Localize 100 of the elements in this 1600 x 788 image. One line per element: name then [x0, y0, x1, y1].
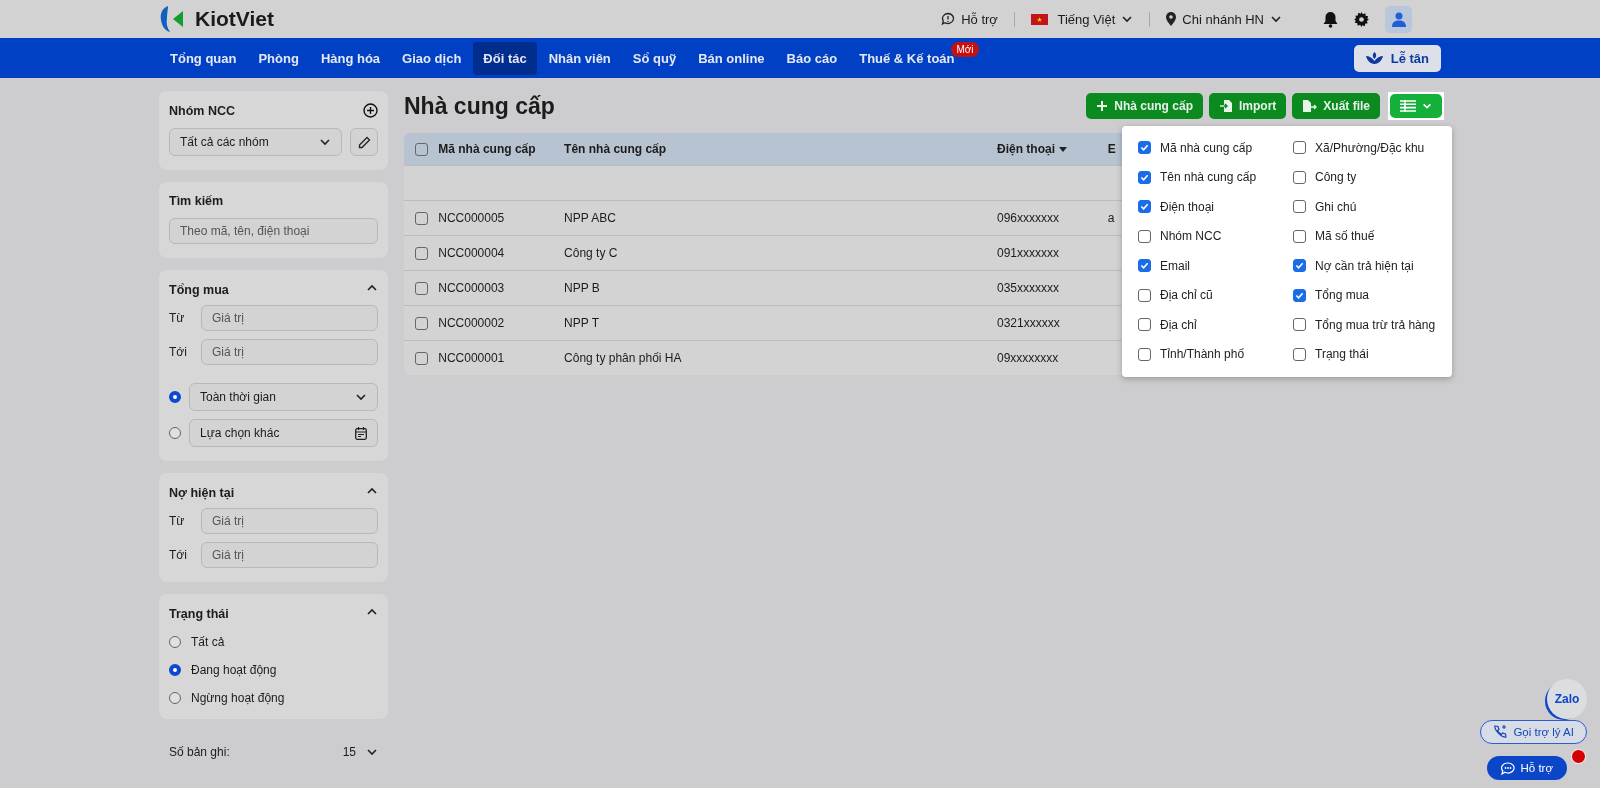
radio-button[interactable]: [169, 636, 181, 648]
checkbox[interactable]: [1293, 170, 1306, 184]
radio-button[interactable]: [169, 391, 181, 403]
input-field[interactable]: Giá trị: [201, 339, 378, 365]
zalo-button[interactable]: Zalo: [1547, 679, 1587, 719]
table-cell: a: [1107, 211, 1115, 225]
row-checkbox[interactable]: [414, 282, 428, 296]
column-option-label[interactable]: Địa chỉ cũ: [1160, 288, 1213, 303]
checkbox[interactable]: [1138, 259, 1151, 273]
table-cell: NPP B: [564, 281, 600, 295]
user-avatar[interactable]: [1385, 5, 1412, 33]
chevron-icon: [366, 746, 378, 758]
reception-button[interactable]: Lễ tân: [1353, 44, 1441, 72]
input-field[interactable]: Giá trị: [201, 508, 378, 534]
chevron-icon: [1121, 13, 1134, 25]
checkbox[interactable]: [1293, 229, 1306, 243]
lotus-icon: [1365, 52, 1383, 64]
support-link[interactable]: Hỗ trợ: [925, 11, 1014, 27]
radio-button[interactable]: [169, 664, 181, 676]
column-option-label[interactable]: Công ty: [1315, 170, 1357, 185]
branch-selector[interactable]: Chi nhánh HN: [1149, 11, 1298, 27]
table-cell: 035xxxxxxx: [997, 281, 1059, 295]
pencil-icon: [357, 135, 371, 149]
radio-button[interactable]: [169, 692, 181, 704]
location-pin-icon: [1166, 12, 1177, 26]
checkbox[interactable]: [1138, 229, 1151, 243]
checkbox[interactable]: [1293, 288, 1306, 302]
input-field[interactable]: Giá trị: [201, 305, 378, 331]
column-option-label[interactable]: Ghi chú: [1315, 199, 1357, 214]
option-label: Ngừng hoạt động: [191, 691, 285, 705]
table-cell: NCC000001: [438, 351, 505, 365]
nav-tab[interactable]: Nhân viên: [538, 41, 621, 75]
file-import-icon: [1218, 99, 1233, 113]
checkbox[interactable]: [1293, 347, 1306, 361]
import-button[interactable]: Import: [1208, 93, 1287, 119]
chat-bubble-icon: [1500, 761, 1515, 775]
checkbox[interactable]: [1293, 259, 1306, 273]
row-checkbox[interactable]: [414, 352, 428, 366]
option-label: Tất cả: [191, 635, 225, 649]
nav-tab[interactable]: Hàng hóa: [310, 41, 391, 75]
checkbox[interactable]: [1138, 288, 1151, 302]
column-option-label[interactable]: Địa chỉ: [1160, 317, 1197, 332]
column-option-label[interactable]: Xã/Phường/Đặc khu: [1315, 140, 1425, 155]
column-header[interactable]: E: [1107, 142, 1116, 156]
phone-icon: [1493, 725, 1508, 739]
nav-tab[interactable]: Bán online: [688, 41, 775, 75]
column-option-label[interactable]: Tỉnh/Thành phố: [1160, 347, 1245, 362]
ai-call-button[interactable]: Gọi trợ lý AI: [1480, 720, 1587, 744]
table-cell: NPP T: [564, 316, 599, 330]
input-field[interactable]: Giá trị: [201, 542, 378, 568]
column-option-label[interactable]: Điện thoại: [1160, 199, 1215, 214]
radio-button[interactable]: [169, 427, 181, 439]
column-picker-button[interactable]: [1390, 94, 1442, 118]
table-cell: 096xxxxxxx: [997, 211, 1059, 225]
date-picker[interactable]: Lựa chọn khác: [189, 419, 378, 447]
bell-icon[interactable]: [1323, 10, 1338, 28]
add-button[interactable]: Nhà cung cấp: [1086, 93, 1203, 119]
edit-button[interactable]: [350, 128, 378, 156]
export-button[interactable]: Xuất file: [1292, 93, 1380, 119]
nav-tab[interactable]: Đối tác: [473, 41, 537, 75]
search-field[interactable]: Theo mã, tên, điện thoại: [169, 218, 378, 244]
checkbox[interactable]: [1293, 200, 1306, 214]
select-all-checkbox[interactable]: [414, 143, 428, 157]
column-option-label[interactable]: Tên nhà cung cấp: [1160, 170, 1257, 185]
chevron-icon: [319, 136, 331, 148]
row-checkbox[interactable]: [414, 212, 428, 226]
nav-tab[interactable]: Sổ quỹ: [622, 41, 687, 75]
checkbox[interactable]: [1138, 170, 1151, 184]
column-option-label[interactable]: Mã số thuế: [1315, 229, 1375, 244]
column-option-label[interactable]: Tổng mua: [1315, 288, 1370, 303]
records-selector[interactable]: 15: [342, 745, 378, 759]
checkbox[interactable]: [1293, 141, 1306, 155]
nav-tab[interactable]: Tổng quan: [160, 41, 247, 75]
settings-icon[interactable]: [1354, 11, 1369, 27]
checkbox[interactable]: [1138, 200, 1151, 214]
time-range-dropdown[interactable]: Toàn thời gian: [189, 383, 378, 411]
column-option-label[interactable]: Nhóm NCC: [1160, 229, 1222, 244]
chevron-icon: [355, 391, 367, 403]
column-option-label[interactable]: Email: [1160, 258, 1190, 273]
add-circle-icon[interactable]: [363, 103, 378, 118]
section-title: Tìm kiếm: [169, 194, 224, 208]
nav-tab[interactable]: Giao dịch: [392, 41, 472, 75]
row-checkbox[interactable]: [414, 247, 428, 261]
column-option-label[interactable]: Tổng mua trừ trả hàng: [1315, 317, 1436, 332]
checkbox[interactable]: [1138, 347, 1151, 361]
group-dropdown[interactable]: Tất cả các nhóm: [169, 128, 342, 156]
column-option-label[interactable]: Nợ cần trả hiện tại: [1315, 258, 1414, 273]
nav-tab[interactable]: Phòng: [248, 41, 309, 75]
support-chat-button[interactable]: Hỗ trợ: [1486, 756, 1567, 780]
checkbox[interactable]: [1138, 318, 1151, 332]
column-option-label[interactable]: Trạng thái: [1315, 347, 1369, 362]
language-selector[interactable]: Tiếng Việt: [1013, 11, 1150, 27]
column-header[interactable]: Tên nhà cung cấp: [564, 142, 667, 156]
new-badge: Mới: [951, 41, 979, 57]
nav-tab[interactable]: Báo cáo: [776, 41, 848, 75]
checkbox[interactable]: [1138, 141, 1151, 155]
table-cell: NPP ABC: [564, 211, 616, 225]
checkbox[interactable]: [1293, 318, 1306, 332]
column-option-label[interactable]: Mã nhà cung cấp: [1160, 140, 1253, 155]
row-checkbox[interactable]: [414, 317, 428, 331]
